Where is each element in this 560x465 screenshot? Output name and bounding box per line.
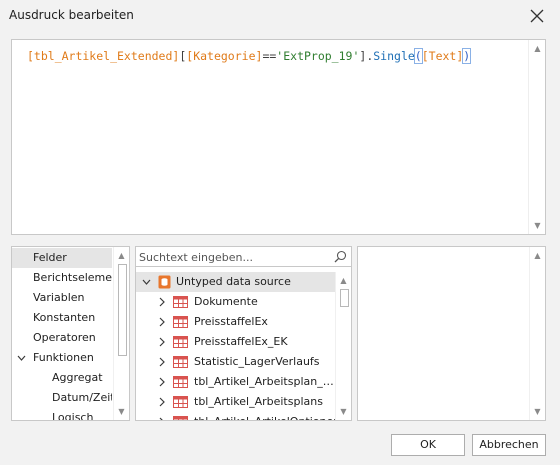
tree-item-label: PreisstaffelEx_EK xyxy=(194,335,288,348)
category-item-operatoren[interactable]: Operatoren xyxy=(12,328,112,348)
table-icon xyxy=(173,336,188,348)
tree-item-table[interactable]: tbl_Artikel_Arbeitsplans xyxy=(136,392,335,412)
category-label: Logisch xyxy=(52,411,94,420)
category-item-konstanten[interactable]: Konstanten xyxy=(12,308,112,328)
tree-item-table[interactable]: PreisstaffelEx xyxy=(136,312,335,332)
description-panel: ▲ ▼ xyxy=(357,246,546,421)
search-box[interactable] xyxy=(136,247,351,267)
table-icon xyxy=(173,376,188,388)
close-button[interactable] xyxy=(528,7,546,25)
category-item-aggregat[interactable]: Aggregat xyxy=(12,368,112,388)
table-icon xyxy=(173,296,188,308)
chevron-right-icon[interactable] xyxy=(158,337,166,347)
tree-item-table[interactable]: tbl_Artikel_ArtikelOptionen xyxy=(136,412,335,420)
expr-paren-open: ( xyxy=(413,48,423,64)
category-label: Konstanten xyxy=(33,311,96,324)
scroll-down-icon[interactable]: ▼ xyxy=(339,407,348,416)
tree-root-datasource[interactable]: Untyped data source xyxy=(136,272,335,292)
chevron-right-icon[interactable] xyxy=(158,317,166,327)
scroll-down-icon[interactable]: ▼ xyxy=(533,221,542,230)
table-icon xyxy=(173,396,188,408)
category-scrollbar[interactable]: ▲ ▼ xyxy=(113,247,129,420)
table-icon xyxy=(173,356,188,368)
tree-item-table[interactable]: PreisstaffelEx_EK xyxy=(136,332,335,352)
scroll-up-icon[interactable]: ▲ xyxy=(533,251,542,260)
expression-editor[interactable]: [tbl_Artikel_Extended][[Kategorie]=='Ext… xyxy=(11,39,546,235)
tree-item-label: tbl_Artikel_Arbeitsplan_Beilagen xyxy=(194,375,335,388)
scrollbar-thumb[interactable] xyxy=(340,289,349,307)
tree-item-label: tbl_Artikel_Arbeitsplans xyxy=(194,395,323,408)
expr-string-literal: 'ExtProp_19' xyxy=(276,49,360,63)
table-icon xyxy=(173,316,188,328)
chevron-right-icon[interactable] xyxy=(158,417,166,420)
category-label: Datum/Zeit xyxy=(52,391,112,404)
tree-item-table[interactable]: tbl_Artikel_Arbeitsplan_Beilagen xyxy=(136,372,335,392)
expression-text[interactable]: [tbl_Artikel_Extended][[Kategorie]=='Ext… xyxy=(27,48,472,64)
category-item-berichtselemente[interactable]: Berichtselemente xyxy=(12,268,112,288)
description-scrollbar[interactable]: ▲ ▼ xyxy=(529,247,545,420)
scroll-down-icon[interactable]: ▼ xyxy=(117,407,126,416)
search-icon[interactable] xyxy=(334,250,347,263)
chevron-right-icon[interactable] xyxy=(158,397,166,407)
chevron-right-icon[interactable] xyxy=(158,297,166,307)
tree-item-table[interactable]: Dokumente xyxy=(136,292,335,312)
category-item-variablen[interactable]: Variablen xyxy=(12,288,112,308)
title-bar: Ausdruck bearbeiten xyxy=(0,0,560,32)
scrollbar-thumb[interactable] xyxy=(118,264,127,356)
field-tree-panel: Untyped data source Dokumente Preisstaff… xyxy=(135,246,352,421)
search-input[interactable] xyxy=(139,249,324,265)
category-label: Felder xyxy=(33,251,67,264)
field-tree[interactable]: Untyped data source Dokumente Preisstaff… xyxy=(136,272,351,420)
expr-table-token: [tbl_Artikel_Extended] xyxy=(27,49,180,63)
scroll-up-icon[interactable]: ▲ xyxy=(117,251,126,260)
cancel-button[interactable]: Abbrechen xyxy=(472,434,546,456)
category-item-felder[interactable]: Felder xyxy=(12,248,112,268)
tree-item-label: Statistic_LagerVerlaufs xyxy=(194,355,320,368)
expr-bracket-close: ]. xyxy=(359,49,374,63)
category-label: Funktionen xyxy=(33,351,94,364)
tree-scrollbar[interactable]: ▲ ▼ xyxy=(335,272,351,420)
expr-field-token: [Kategorie] xyxy=(186,49,263,63)
scroll-up-icon[interactable]: ▲ xyxy=(533,44,542,53)
chevron-down-icon[interactable] xyxy=(142,278,151,286)
scroll-down-icon[interactable]: ▼ xyxy=(533,407,542,416)
expr-operator: == xyxy=(262,49,277,63)
table-icon xyxy=(173,416,188,420)
chevron-down-icon[interactable] xyxy=(17,354,26,362)
tree-item-table[interactable]: Statistic_LagerVerlaufs xyxy=(136,352,335,372)
datasource-icon xyxy=(158,275,171,289)
tree-item-label: Dokumente xyxy=(194,295,258,308)
category-label: Aggregat xyxy=(52,371,103,384)
category-label: Operatoren xyxy=(33,331,96,344)
tree-item-label: tbl_Artikel_ArtikelOptionen xyxy=(194,412,335,420)
ok-button[interactable]: OK xyxy=(391,434,465,456)
category-item-datum-zeit[interactable]: Datum/Zeit xyxy=(12,388,112,408)
scroll-up-icon[interactable]: ▲ xyxy=(339,276,348,285)
expr-paren-close: ) xyxy=(462,48,472,64)
category-item-funktionen[interactable]: Funktionen xyxy=(12,348,112,368)
category-label: Variablen xyxy=(33,291,85,304)
close-icon xyxy=(530,9,544,23)
tree-root-label: Untyped data source xyxy=(176,275,291,288)
tree-item-label: PreisstaffelEx xyxy=(194,315,268,328)
expr-argument-field: [Text] xyxy=(421,49,464,63)
category-item-logisch[interactable]: Logisch xyxy=(12,408,112,420)
window-title: Ausdruck bearbeiten xyxy=(9,8,134,22)
expr-function-name: Single xyxy=(373,49,415,63)
editor-scrollbar[interactable]: ▲ ▼ xyxy=(528,40,545,234)
chevron-right-icon[interactable] xyxy=(158,357,166,367)
category-list[interactable]: Felder Berichtselemente Variablen Konsta… xyxy=(11,246,130,421)
category-label: Berichtselemente xyxy=(33,271,112,284)
chevron-right-icon[interactable] xyxy=(158,377,166,387)
